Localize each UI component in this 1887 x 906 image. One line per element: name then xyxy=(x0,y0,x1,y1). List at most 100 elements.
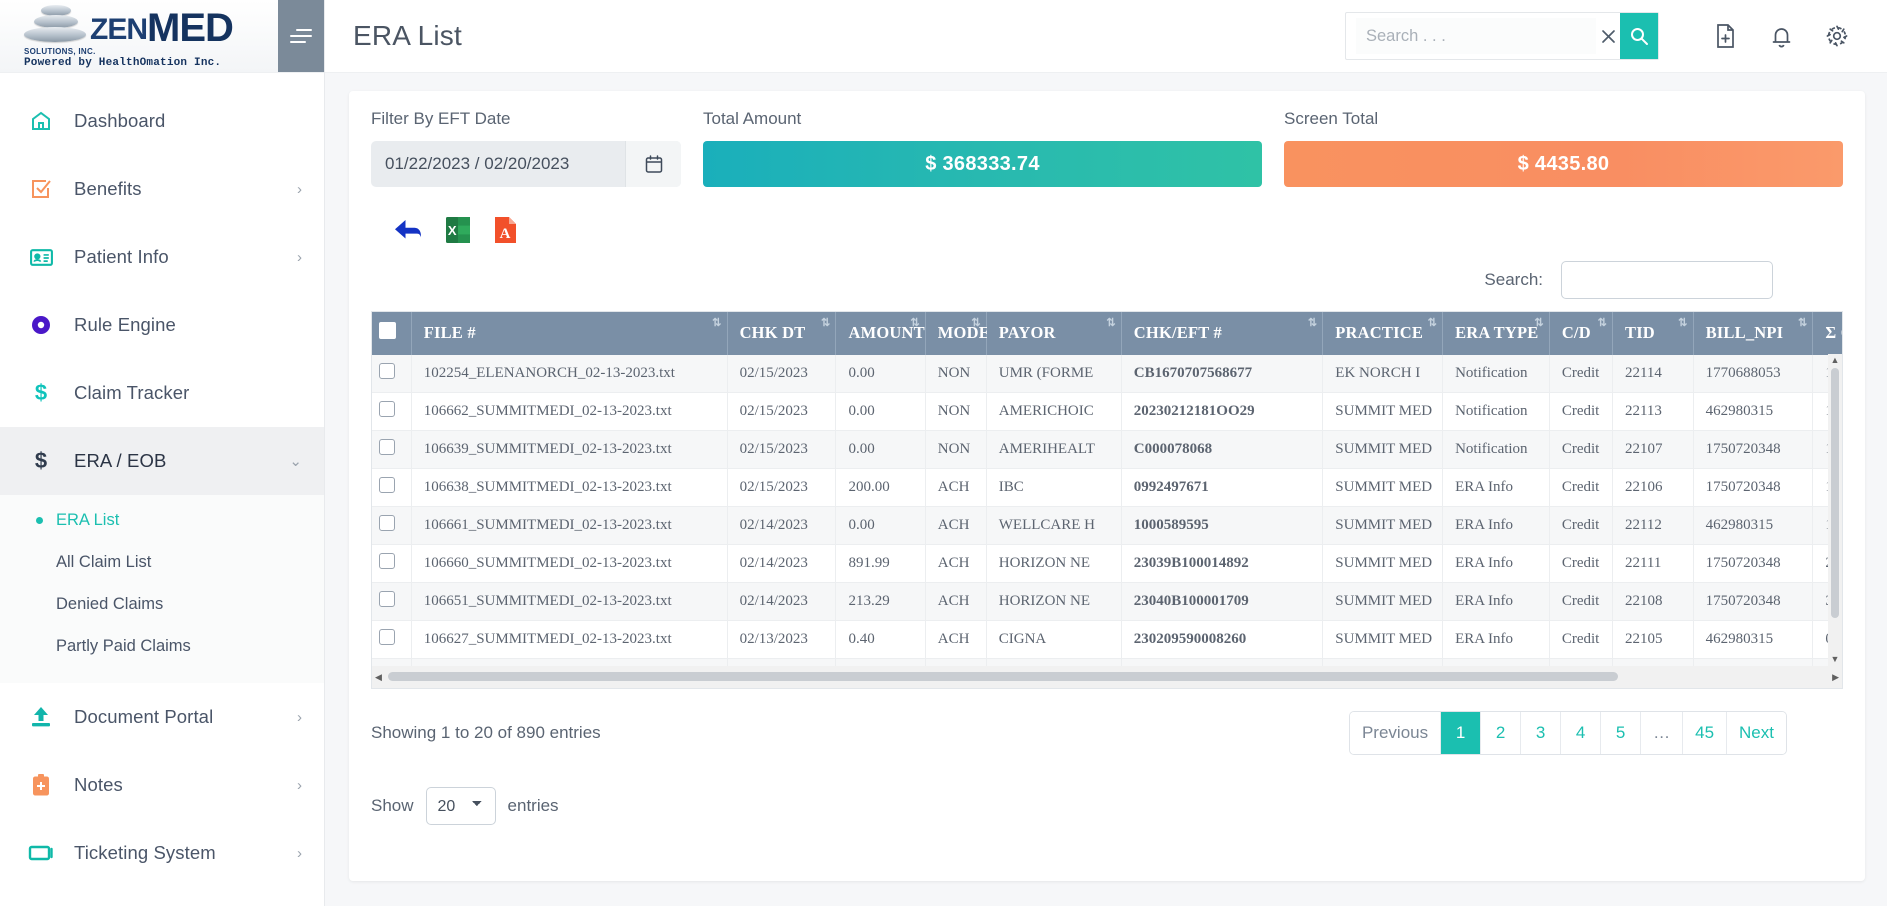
row-checkbox[interactable] xyxy=(379,553,395,569)
table-row[interactable]: 106651_SUMMITMEDI_02-13-2023.txt02/14/20… xyxy=(372,583,1842,621)
sort-icon[interactable]: ⇅ xyxy=(1798,318,1807,329)
column-header-chk-dt[interactable]: CHK DT ⇅ xyxy=(727,312,836,355)
row-checkbox[interactable] xyxy=(379,629,395,645)
sort-icon[interactable]: ⇅ xyxy=(910,318,919,329)
horizontal-scrollbar[interactable]: ◀ ▶ xyxy=(372,666,1842,688)
column-header-payor[interactable]: PAYOR ⇅ xyxy=(986,312,1121,355)
sort-icon[interactable]: ⇅ xyxy=(821,318,830,329)
table-row[interactable]: 106660_SUMMITMEDI_02-13-2023.txt02/14/20… xyxy=(372,545,1842,583)
sort-icon[interactable]: ⇅ xyxy=(1106,318,1115,329)
vertical-scrollbar[interactable]: ▲ ▼ xyxy=(1828,354,1842,666)
column-header-bill-npi[interactable]: BILL_NPI ⇅ xyxy=(1693,312,1813,355)
horizontal-scroll-thumb[interactable] xyxy=(388,672,1618,681)
back-arrow-icon[interactable] xyxy=(393,217,423,243)
row-checkbox[interactable] xyxy=(379,363,395,379)
sidebar-item-denied-claims[interactable]: Denied Claims xyxy=(0,583,324,625)
table-row[interactable]: 106638_SUMMITMEDI_02-13-2023.txt02/15/20… xyxy=(372,469,1842,507)
scroll-down-icon[interactable]: ▼ xyxy=(1831,653,1840,666)
pagination-button[interactable]: Previous xyxy=(1350,712,1441,754)
scroll-right-icon[interactable]: ▶ xyxy=(1832,672,1839,683)
search-input[interactable] xyxy=(1356,18,1596,54)
table-cell: 0.00 xyxy=(836,507,925,545)
pagination-button[interactable]: 45 xyxy=(1683,712,1727,754)
scroll-up-icon[interactable]: ▲ xyxy=(1831,354,1840,367)
sort-icon[interactable]: ⇅ xyxy=(1678,318,1687,329)
pagination-button[interactable]: 2 xyxy=(1481,712,1521,754)
pdf-export-icon[interactable]: A xyxy=(493,215,518,245)
select-all-header[interactable] xyxy=(372,312,411,355)
row-select-cell[interactable] xyxy=(372,583,411,621)
pagination-button[interactable]: 5 xyxy=(1601,712,1641,754)
sidebar-item-all-claim-list[interactable]: All Claim List xyxy=(0,541,324,583)
pagination-button[interactable]: 4 xyxy=(1561,712,1601,754)
table-search-input[interactable] xyxy=(1561,261,1773,299)
column-header-era-type[interactable]: ERA TYPE ⇅ xyxy=(1443,312,1550,355)
calendar-icon[interactable] xyxy=(625,141,681,187)
sidebar-toggle-button[interactable] xyxy=(278,0,324,72)
column-header-amount[interactable]: AMOUNT ⇅ xyxy=(836,312,925,355)
date-range-input[interactable] xyxy=(371,154,625,174)
file-add-icon[interactable] xyxy=(1705,16,1745,56)
column-header-file[interactable]: FILE # ⇅ xyxy=(411,312,727,355)
table-header: FILE # ⇅ CHK DT ⇅ AMOUNT ⇅ MODE xyxy=(372,312,1842,355)
column-header-tid[interactable]: TID ⇅ xyxy=(1612,312,1693,355)
sort-icon[interactable]: ⇅ xyxy=(971,318,980,329)
sort-icon[interactable]: ⇅ xyxy=(1598,318,1607,329)
sidebar-item-document-portal[interactable]: Document Portal › xyxy=(0,683,324,751)
table-cell: 23039B100014892 xyxy=(1121,545,1322,583)
row-select-cell[interactable] xyxy=(372,469,411,507)
row-select-cell[interactable] xyxy=(372,355,411,393)
select-all-checkbox[interactable] xyxy=(379,322,396,339)
sidebar-item-ticketing-system[interactable]: Ticketing System › xyxy=(0,819,324,887)
search-submit-button[interactable] xyxy=(1620,13,1658,59)
clear-search-button[interactable] xyxy=(1596,13,1620,59)
brand-logo[interactable]: ZEN MED SOLUTIONS, INC. Powered by Healt… xyxy=(0,0,278,72)
table-row[interactable]: 102254_ELENANORCH_02-13-2023.txt02/15/20… xyxy=(372,355,1842,393)
sidebar-item-rule-engine[interactable]: Rule Engine xyxy=(0,291,324,359)
table-cell: NON xyxy=(925,431,986,469)
table-row[interactable]: 106661_SUMMITMEDI_02-13-2023.txt02/14/20… xyxy=(372,507,1842,545)
scroll-left-icon[interactable]: ◀ xyxy=(375,672,382,683)
pagination-button[interactable]: 1 xyxy=(1441,712,1481,754)
sidebar-item-era-list[interactable]: ERA List xyxy=(0,499,324,541)
column-header-sum-cl[interactable]: Σ CL ⇅ xyxy=(1813,312,1842,355)
sidebar-item-notes[interactable]: Notes › xyxy=(0,751,324,819)
sort-icon[interactable]: ⇅ xyxy=(1428,318,1437,329)
sidebar-item-claim-tracker[interactable]: $ Claim Tracker xyxy=(0,359,324,427)
showing-entries-text: Showing 1 to 20 of 890 entries xyxy=(371,723,601,743)
table-row[interactable]: 106639_SUMMITMEDI_02-13-2023.txt02/15/20… xyxy=(372,431,1842,469)
sidebar-item-dashboard[interactable]: Dashboard xyxy=(0,87,324,155)
sidebar-item-era-eob[interactable]: $ ERA / EOB ⌄ xyxy=(0,427,324,495)
sidebar-item-patient-info[interactable]: Patient Info › xyxy=(0,223,324,291)
bell-icon[interactable] xyxy=(1761,16,1801,56)
vertical-scroll-thumb[interactable] xyxy=(1831,368,1839,618)
row-checkbox[interactable] xyxy=(379,477,395,493)
excel-export-icon[interactable]: X xyxy=(445,215,471,245)
column-header-practice[interactable]: PRACTICE ⇅ xyxy=(1323,312,1443,355)
sort-icon[interactable]: ⇅ xyxy=(1534,318,1543,329)
row-checkbox[interactable] xyxy=(379,439,395,455)
sort-icon[interactable]: ⇅ xyxy=(1308,318,1317,329)
column-label: TID xyxy=(1625,323,1655,342)
page-size-select[interactable]: 102050100 xyxy=(426,787,496,825)
gear-icon[interactable] xyxy=(1817,16,1857,56)
row-checkbox[interactable] xyxy=(379,401,395,417)
table-row[interactable]: 106627_SUMMITMEDI_02-13-2023.txt02/13/20… xyxy=(372,621,1842,659)
row-checkbox[interactable] xyxy=(379,515,395,531)
column-header-cd[interactable]: C/D ⇅ xyxy=(1549,312,1612,355)
row-select-cell[interactable] xyxy=(372,393,411,431)
column-header-mode[interactable]: MODE ⇅ xyxy=(925,312,986,355)
column-header-chk-eft[interactable]: CHK/EFT # ⇅ xyxy=(1121,312,1322,355)
row-select-cell[interactable] xyxy=(372,545,411,583)
pagination-button[interactable]: … xyxy=(1641,712,1683,754)
sidebar-item-partly-paid-claims[interactable]: Partly Paid Claims xyxy=(0,625,324,667)
sidebar-item-benefits[interactable]: Benefits › xyxy=(0,155,324,223)
pagination-button[interactable]: Next xyxy=(1727,712,1786,754)
pagination-button[interactable]: 3 xyxy=(1521,712,1561,754)
row-select-cell[interactable] xyxy=(372,621,411,659)
sort-icon[interactable]: ⇅ xyxy=(712,318,721,329)
row-select-cell[interactable] xyxy=(372,507,411,545)
table-row[interactable]: 106662_SUMMITMEDI_02-13-2023.txt02/15/20… xyxy=(372,393,1842,431)
row-select-cell[interactable] xyxy=(372,431,411,469)
row-checkbox[interactable] xyxy=(379,591,395,607)
